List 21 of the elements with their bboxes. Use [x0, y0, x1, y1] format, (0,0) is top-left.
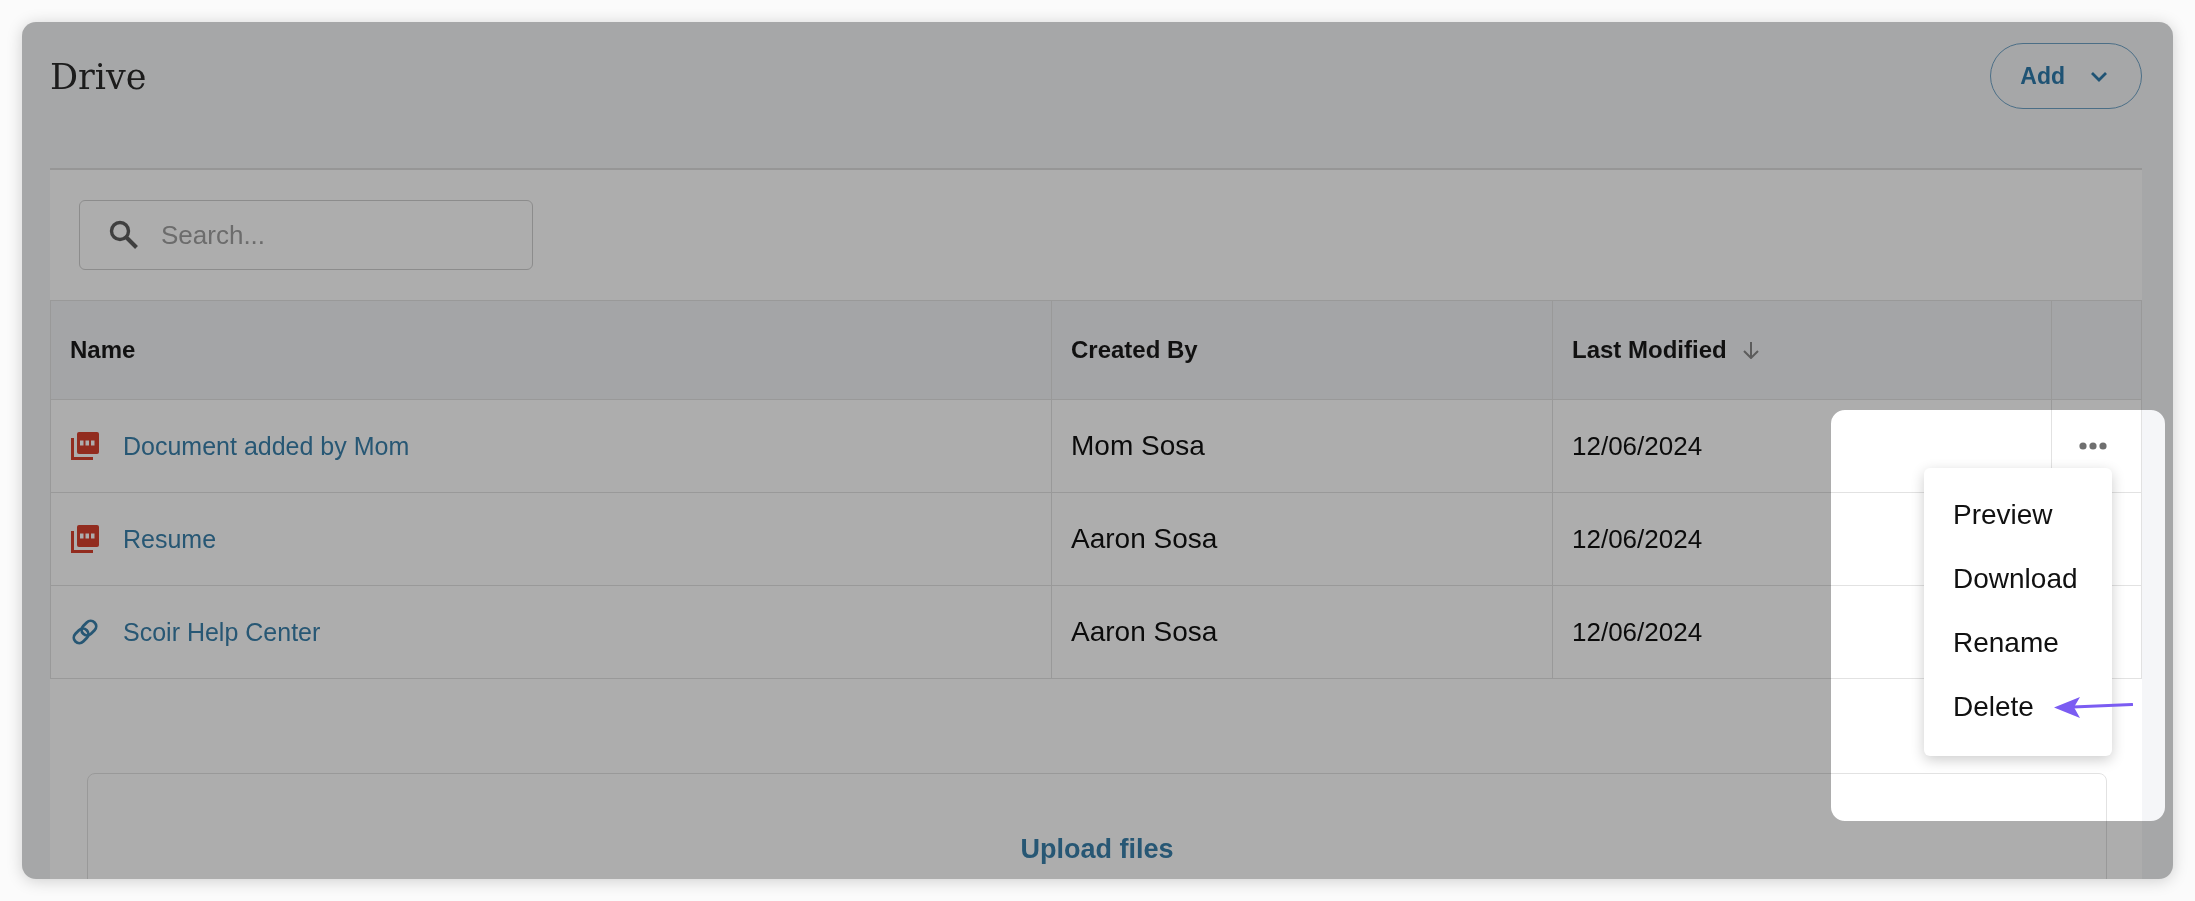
- link-icon: [70, 617, 100, 647]
- column-header[interactable]: Last Modified: [1572, 336, 1727, 364]
- dots-icon: [2078, 442, 2107, 450]
- column-header[interactable]: Name: [70, 336, 136, 364]
- menu-item[interactable]: Download: [1924, 547, 2088, 611]
- creator-name: Aaron Sosa: [1071, 523, 1218, 555]
- creator-name: Mom Sosa: [1071, 430, 1205, 462]
- modified-date: 12/06/2024: [1572, 430, 1703, 462]
- column-header[interactable]: Created By: [1071, 336, 1198, 364]
- file-icon: [70, 524, 100, 554]
- menu-item[interactable]: Rename: [1924, 611, 2069, 675]
- search-field[interactable]: Search...: [79, 200, 533, 270]
- modified-date: 12/06/2024: [1572, 616, 1703, 648]
- file-icon: [70, 431, 100, 461]
- modified-date: 12/06/2024: [1572, 523, 1703, 555]
- menu-item[interactable]: Delete: [1924, 675, 2044, 739]
- menu-item[interactable]: Preview: [1924, 483, 2063, 547]
- page-title: Drive: [50, 57, 147, 95]
- creator-name: Aaron Sosa: [1071, 616, 1218, 648]
- search-icon: [108, 219, 138, 249]
- chevron-down-icon: [2090, 70, 2108, 82]
